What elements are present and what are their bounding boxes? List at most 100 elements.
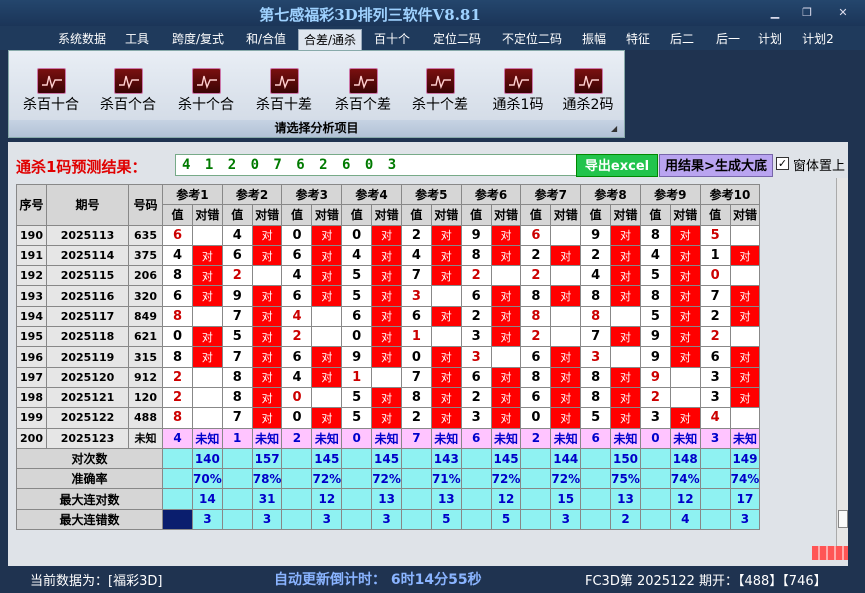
result-header: 对错 xyxy=(490,204,522,226)
miss-cell xyxy=(669,366,701,388)
prediction-result-field[interactable]: 4 1 2 0 7 6 2 6 0 3 xyxy=(175,154,583,176)
hit-mark: 对 xyxy=(550,285,582,307)
menu-item-1[interactable]: 系统数据 xyxy=(48,29,116,50)
close-icon[interactable]: ✕ xyxy=(836,6,850,20)
main-panel: 通杀1码预测结果： 4 1 2 0 7 6 2 6 0 3 导出excel 用结… xyxy=(8,142,848,566)
ribbon-button-7[interactable]: 通杀1码 xyxy=(478,67,558,137)
hit-mark: 对 xyxy=(669,346,701,368)
menu-item-3[interactable]: 跨度/复式 xyxy=(162,29,234,50)
menu-item-4[interactable]: 和/合值 xyxy=(238,29,294,50)
ref-value: 6 xyxy=(281,346,313,368)
scrollbar-thumb[interactable] xyxy=(838,510,848,528)
ribbon-button-1[interactable]: 杀百十合 xyxy=(11,67,91,137)
hit-mark: 对 xyxy=(371,386,402,409)
result-header: 对错 xyxy=(311,204,343,226)
export-excel-button[interactable]: 导出excel xyxy=(576,154,658,177)
ref-value: 6 xyxy=(699,346,731,368)
topmost-checkbox[interactable]: ✓ xyxy=(776,157,789,170)
hit-mark: 对 xyxy=(430,224,462,246)
menu-item-5[interactable]: 合差/通杀 xyxy=(298,29,362,50)
hit-mark: 对 xyxy=(192,346,223,368)
row-number: 315 xyxy=(128,346,163,368)
menu-item-7[interactable]: 定位二码 xyxy=(428,29,486,50)
menu-item-12[interactable]: 后一 xyxy=(708,29,748,50)
hit-mark: 对 xyxy=(192,326,223,348)
table-row: 190 2025113 635 6 4 对 0 对 0 对 2 对 9 对 6 9 对 8 对 5 xyxy=(16,224,761,246)
menu-item-11[interactable]: 后二 xyxy=(662,29,702,50)
ribbon-button-8[interactable]: 通杀2码 xyxy=(548,67,628,137)
ref-value: 5 xyxy=(639,265,671,287)
row-number: 120 xyxy=(128,386,163,409)
ref-header: 参考7 xyxy=(520,183,582,206)
restore-icon[interactable]: ❐ xyxy=(800,6,814,20)
current-data-status: 当前数据为：[福彩3D] xyxy=(30,574,163,589)
ribbon-button-4[interactable]: 杀百十差 xyxy=(244,67,324,137)
ref-value: 4 xyxy=(400,244,432,267)
value-header: 值 xyxy=(281,204,313,226)
hit-mark: 对 xyxy=(430,265,462,287)
vertical-scrollbar[interactable] xyxy=(836,178,848,546)
ribbon-button-5[interactable]: 杀百个差 xyxy=(323,67,403,137)
table-row: 197 2025120 912 2 8 对 4 对 1 7 对 6 对 8 对 8 对 9 3 对 xyxy=(16,366,761,388)
menu-item-2[interactable]: 工具 xyxy=(120,29,154,50)
stats-spacer xyxy=(400,488,432,510)
ref-value: 7 xyxy=(221,305,253,328)
ribbon-button-2[interactable]: 杀百个合 xyxy=(88,67,168,137)
row-seq: 197 xyxy=(16,366,47,388)
stats-spacer xyxy=(162,508,193,531)
ribbon-button-label: 杀百十合 xyxy=(23,97,79,113)
hit-mark: 对 xyxy=(729,305,761,328)
ribbon-button-6[interactable]: 杀十个差 xyxy=(400,67,480,137)
stats-value: 145 xyxy=(311,447,343,470)
hit-mark: 对 xyxy=(371,285,402,307)
hit-mark: 对 xyxy=(311,224,343,246)
ref-value: 8 xyxy=(580,305,612,328)
stats-label: 准确率 xyxy=(16,468,163,490)
row-period: 2025118 xyxy=(46,326,129,348)
ref-value: 6 xyxy=(520,346,552,368)
ref-header: 参考3 xyxy=(281,183,343,206)
generate-base-button[interactable]: 用结果>生成大底 xyxy=(659,154,773,177)
hit-mark: 对 xyxy=(430,386,462,409)
menu-item-13[interactable]: 计划 xyxy=(752,29,788,50)
menu-item-10[interactable]: 特征 xyxy=(620,29,656,50)
menu-item-8[interactable]: 不定位二码 xyxy=(494,29,570,50)
title-bar: 第七感福彩3D排列三软件V8.81 ▁ ❐ ✕ xyxy=(0,0,865,26)
latest-draw-status: FC3D第 2025122 期开：【488】【746】 xyxy=(585,574,827,589)
hit-mark: 对 xyxy=(669,305,701,328)
minimize-icon[interactable]: ▁ xyxy=(768,6,782,20)
hit-mark: 对 xyxy=(550,386,582,409)
stats-value: 149 xyxy=(729,447,761,470)
ref-header: 参考10 xyxy=(699,183,761,206)
hit-mark: 对 xyxy=(550,244,582,267)
stats-spacer xyxy=(520,488,552,510)
ref-value: 8 xyxy=(460,244,492,267)
result-header: 对错 xyxy=(729,204,761,226)
menu-item-14[interactable]: 计划2 xyxy=(796,29,840,50)
hit-mark: 对 xyxy=(669,265,701,287)
hit-mark: 对 xyxy=(311,285,343,307)
table-row: 198 2025121 120 2 8 对 0 5 对 8 对 2 对 6 对 8 对 2 3 对 xyxy=(16,386,761,409)
stats-value: 13 xyxy=(610,488,641,510)
stats-value: 71% xyxy=(430,468,462,490)
stats-row: 最大连对数 14 31 12 13 13 12 15 13 12 17 xyxy=(16,488,761,510)
menu-item-6[interactable]: 百十个 xyxy=(370,29,414,50)
hit-mark: 对 xyxy=(729,244,761,267)
value-header: 值 xyxy=(400,204,432,226)
stats-value: 5 xyxy=(430,508,462,531)
stats-spacer xyxy=(281,508,313,531)
row-period: 2025117 xyxy=(46,305,129,328)
stats-value: 145 xyxy=(490,447,522,470)
miss-cell xyxy=(311,386,343,409)
ref-value: 2 xyxy=(400,224,432,246)
stats-spacer xyxy=(281,447,313,470)
hit-mark: 对 xyxy=(490,244,522,267)
stats-spacer xyxy=(580,447,612,470)
ribbon-button-3[interactable]: 杀十个合 xyxy=(166,67,246,137)
ref-header: 参考1 xyxy=(162,183,223,206)
menu-item-9[interactable]: 振幅 xyxy=(576,29,612,50)
pending-unknown: 未知 xyxy=(192,427,223,449)
hit-mark: 对 xyxy=(610,265,641,287)
ribbon-panel: 请选择分析项目 ◢ 杀百十合 杀百个合 杀十个合 杀百十差 杀百个差 杀十个差 通杀1码 通杀… xyxy=(8,50,625,138)
hit-mark: 对 xyxy=(669,407,701,429)
